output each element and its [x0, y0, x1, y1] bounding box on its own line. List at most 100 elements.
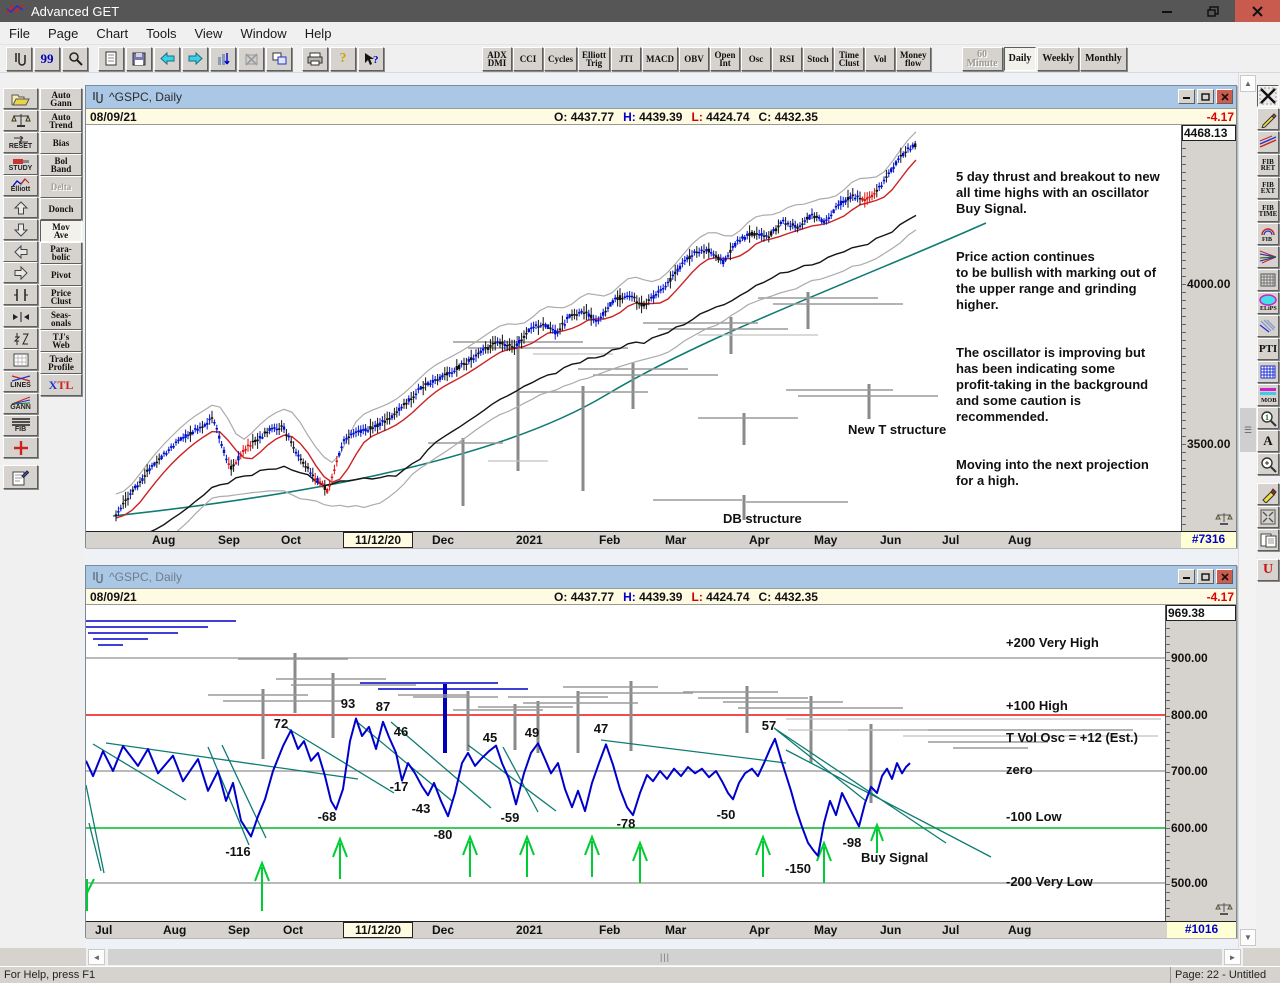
search-icon[interactable] — [62, 46, 88, 71]
tool-trade-profile-button[interactable]: Trade Profile — [40, 352, 82, 374]
page-back-icon[interactable] — [154, 46, 180, 71]
scroll-right-button[interactable] — [3, 262, 38, 283]
chart-clip-button[interactable] — [6, 46, 32, 71]
study-macd-button[interactable]: MACD — [642, 46, 678, 71]
chart1-plot-area[interactable]: 5 day thrust and breakout to new all tim… — [86, 125, 1181, 531]
scroll-left-arrow-icon[interactable]: ◄ — [88, 949, 105, 965]
fib-time-button[interactable]: FIB TIME — [1257, 200, 1279, 222]
study-osc-button[interactable]: Osc — [741, 46, 771, 71]
study-stoch-button[interactable]: Stoch — [803, 46, 833, 71]
chart1-minimize-button[interactable] — [1178, 89, 1195, 104]
vertical-scroll-thumb[interactable]: ☰ — [1240, 408, 1256, 452]
tool-price-clust-button[interactable]: Price Clust — [40, 286, 82, 308]
bar-spacing-button[interactable] — [3, 284, 38, 305]
menu-window[interactable]: Window — [231, 22, 295, 45]
study-elliott-trigger-button[interactable]: Elliott Trig — [578, 46, 610, 71]
tool-tjs-web-button[interactable]: TJ's Web — [40, 330, 82, 352]
mob-tool-button[interactable]: MOB — [1257, 384, 1279, 406]
study-cycles-button[interactable]: Cycles — [544, 46, 577, 71]
tool-seasonals-button[interactable]: Seas- onals — [40, 308, 82, 330]
study-cci-button[interactable]: CCI — [513, 46, 543, 71]
study-vol-button[interactable]: Vol — [865, 46, 895, 71]
analyze-magnifier-button[interactable]: 1 — [1257, 407, 1279, 429]
period-weekly-button[interactable]: Weekly — [1037, 46, 1080, 71]
tool-bias-button[interactable]: Bias — [40, 132, 82, 154]
blue-grid-tool-button[interactable] — [1257, 361, 1279, 383]
chart2-plot-area[interactable]: +200 Very High +100 High T Vol Osc = +12… — [86, 605, 1165, 921]
menu-tools[interactable]: Tools — [137, 22, 185, 45]
fib-tool-button[interactable]: FIB — [3, 415, 38, 436]
chart2-minimize-button[interactable] — [1178, 569, 1195, 584]
zoom-in-tool-button[interactable] — [1257, 453, 1279, 475]
vertical-scrollbar[interactable]: ▲ ☰ ▼ — [1238, 73, 1256, 948]
elliott-button[interactable]: Elliott — [3, 175, 38, 196]
pti-tool-button[interactable]: PTI — [1257, 338, 1279, 360]
fib-retracement-button[interactable]: FIB RET — [1257, 154, 1279, 176]
grid-button[interactable] — [3, 349, 38, 370]
ellipse-tool-button[interactable]: ELiPS — [1257, 292, 1279, 314]
tool-donch-button[interactable]: Donch — [40, 198, 82, 220]
save-icon[interactable] — [126, 46, 152, 71]
minimize-button[interactable] — [1145, 0, 1190, 22]
trendlines-tool-button[interactable] — [1257, 131, 1279, 153]
study-time-clusters-button[interactable]: Time Clust — [834, 46, 864, 71]
tool-bol-band-button[interactable]: Bol Band — [40, 154, 82, 176]
chart-windows-icon[interactable] — [266, 46, 292, 71]
menu-chart[interactable]: Chart — [87, 22, 137, 45]
chart2-title-bar[interactable]: ^GSPC, Daily — [86, 566, 1236, 588]
scale-adjust-icon[interactable] — [1214, 512, 1234, 529]
study-open-interest-button[interactable]: Open Int — [710, 46, 740, 71]
expand-horizontal-button[interactable] — [3, 306, 38, 327]
chart2-restore-button[interactable] — [1197, 569, 1214, 584]
menu-file[interactable]: File — [0, 22, 39, 45]
notes-tool-button[interactable] — [1257, 529, 1279, 551]
help-icon[interactable]: ? — [330, 46, 356, 71]
crosshair-button[interactable] — [3, 437, 38, 458]
chart1-title-bar[interactable]: ^GSPC, Daily — [86, 86, 1236, 108]
chart2-close-button[interactable] — [1216, 569, 1233, 584]
scroll-up-button[interactable] — [3, 197, 38, 218]
chart-disabled-icon[interactable] — [238, 46, 264, 71]
study-jti-button[interactable]: JTI — [611, 46, 641, 71]
fan-lines-button[interactable] — [1257, 246, 1279, 268]
page-forward-icon[interactable] — [182, 46, 208, 71]
menu-page[interactable]: Page — [39, 22, 87, 45]
open-chart-button[interactable] — [3, 88, 38, 109]
horizontal-scroll-thumb[interactable]: ||| — [108, 949, 1222, 965]
scroll-right-arrow-icon[interactable]: ► — [1224, 949, 1241, 965]
chart1-x-axis[interactable]: Aug Sep Oct 11/12/20 Dec 2021 Feb Mar Ap… — [86, 531, 1236, 548]
new-page-icon[interactable] — [98, 46, 124, 71]
horizontal-scrollbar[interactable]: ◄ ||| ► — [0, 948, 1280, 966]
compress-vertical-button[interactable] — [3, 328, 38, 349]
period-monthly-button[interactable]: Monthly — [1080, 46, 1127, 71]
study-adx-dmi-button[interactable]: ADX DMI — [482, 46, 512, 71]
regression-tool-button[interactable] — [1257, 315, 1279, 337]
chart2-y-axis[interactable]: 969.38 900.00 800.00 700.00 600.00 500.0… — [1165, 605, 1236, 921]
chart2-x-axis[interactable]: Jul Aug Sep Oct 11/12/20 Dec 2021 Feb Ma… — [86, 921, 1236, 938]
restore-button[interactable] — [1190, 0, 1235, 22]
reset-button[interactable]: RESET — [3, 132, 38, 153]
grid-tool-button[interactable] — [1257, 269, 1279, 291]
menu-view[interactable]: View — [185, 22, 231, 45]
properties-button[interactable] — [3, 465, 38, 489]
quotes-button[interactable]: 99 — [34, 46, 60, 71]
scroll-down-arrow-icon[interactable]: ▼ — [1240, 929, 1256, 946]
lines-tool-button[interactable]: LINES — [3, 371, 38, 392]
study-obv-button[interactable]: OBV — [679, 46, 709, 71]
scroll-up-arrow-icon[interactable]: ▲ — [1240, 75, 1256, 92]
text-tool-button[interactable]: A — [1257, 430, 1279, 452]
chart1-y-axis[interactable]: 4468.13 4000.00 3500.00 — [1181, 125, 1236, 531]
marker-tool-button[interactable] — [1257, 483, 1279, 505]
tool-auto-trend-button[interactable]: Auto Trend — [40, 110, 82, 132]
period-60-minute-button[interactable]: 60 Minute — [961, 46, 1003, 71]
study-money-flow-button[interactable]: Money flow — [896, 46, 931, 71]
print-icon[interactable] — [302, 46, 328, 71]
tool-delta-button[interactable]: Delta — [40, 176, 82, 198]
scroll-left-button[interactable] — [3, 241, 38, 262]
menu-help[interactable]: Help — [296, 22, 341, 45]
study-rsi-button[interactable]: RSI — [772, 46, 802, 71]
tool-pivot-button[interactable]: Pivot — [40, 264, 82, 286]
fib-extension-button[interactable]: FIB EXT — [1257, 177, 1279, 199]
period-daily-button[interactable]: Daily — [1003, 46, 1037, 71]
tool-parabolic-button[interactable]: Para- bolic — [40, 242, 82, 264]
